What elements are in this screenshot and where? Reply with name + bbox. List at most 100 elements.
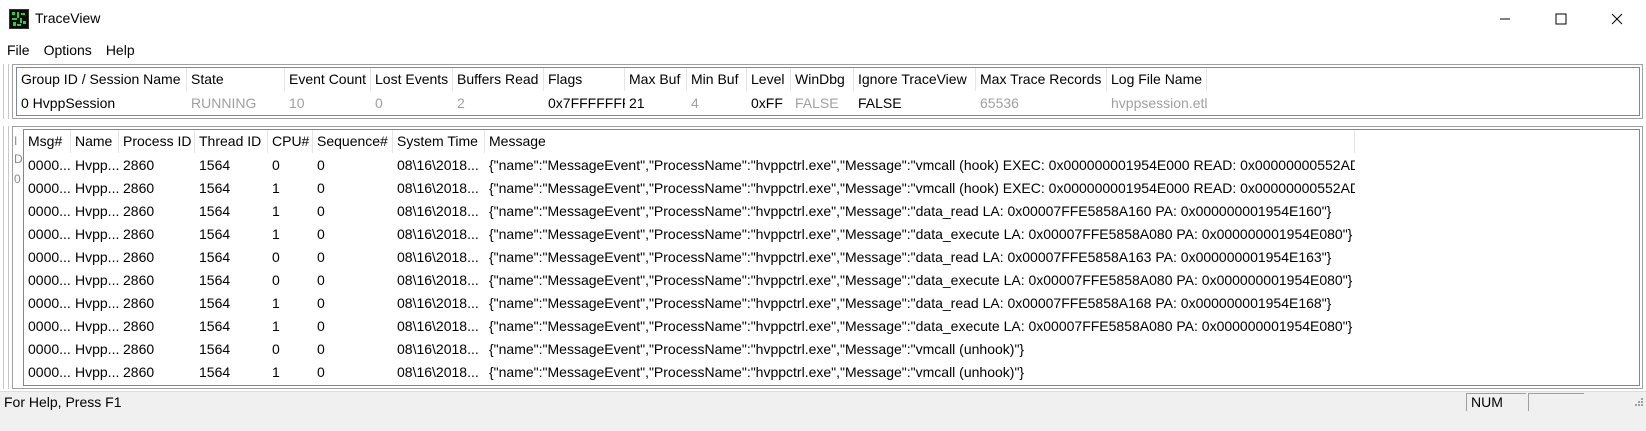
resize-grip-icon[interactable] (1630, 395, 1644, 409)
trace-cell: 2860 (123, 249, 155, 265)
trace-cell: 0000... (28, 203, 71, 219)
session-cell: hvppsession.etl (1111, 95, 1207, 111)
session-column-header[interactable]: Max Buf (625, 68, 687, 91)
trace-row[interactable]: 0000... Hvpp... 2860 1564 1 0 08\16\2018... {"n… (24, 223, 1355, 246)
trace-cell: 0000... (28, 180, 71, 196)
maximize-button[interactable] (1532, 0, 1590, 38)
session-column-header[interactable]: WinDbg (791, 68, 854, 91)
trace-row[interactable]: 0000... Hvpp... 2860 1564 1 0 08\16\2018... {"n… (24, 315, 1355, 338)
trace-side-strip: I D 0 (12, 128, 23, 387)
trace-list-header: Msg# Name Process ID Thread ID CPU# Sequence#… (24, 130, 1355, 153)
trace-cell: {"name":"MessageEvent","ProcessName":"hv… (489, 203, 1332, 219)
maximize-icon (1555, 13, 1567, 25)
trace-cell: 0 (317, 203, 325, 219)
trace-cell: 0 (317, 249, 325, 265)
trace-cell: 1 (272, 364, 280, 380)
trace-row[interactable]: 0000... Hvpp... 2860 1564 0 0 08\16\2018... {"n… (24, 246, 1355, 269)
trace-cell: 08\16\2018... (397, 226, 479, 242)
session-column-header[interactable]: Log File Name (1107, 68, 1207, 91)
session-list-panel: Group ID / Session Name State Event Count L… (12, 64, 1643, 119)
trace-cell: 08\16\2018... (397, 249, 479, 265)
trace-cell: 0000... (28, 318, 71, 334)
trace-column-header[interactable]: Message (485, 130, 1355, 153)
trace-cell: Hvpp... (75, 341, 119, 357)
session-row[interactable]: 0 HvppSession RUNNING 10 0 2 0x7FFFFFFF 21 4 0xF… (17, 92, 1207, 115)
trace-cell: 08\16\2018... (397, 157, 479, 173)
trace-cell: 08\16\2018... (397, 203, 479, 219)
side-label: 0 (14, 172, 21, 186)
trace-cell: Hvpp... (75, 272, 119, 288)
trace-cell: 0 (317, 295, 325, 311)
trace-cell: 1564 (199, 157, 231, 173)
trace-cell: 1564 (199, 341, 231, 357)
trace-cell: 08\16\2018... (397, 272, 479, 288)
session-column-header[interactable]: Buffers Read (453, 68, 544, 91)
trace-row[interactable]: 0000... Hvpp... 2860 1564 0 0 08\16\2018... {"n… (24, 269, 1355, 292)
session-column-header[interactable]: Min Buf (687, 68, 747, 91)
trace-cell: 08\16\2018... (397, 295, 479, 311)
trace-cell: {"name":"MessageEvent","ProcessName":"hv… (489, 226, 1353, 242)
trace-cell: 1 (272, 180, 280, 196)
menu-file[interactable]: File (0, 38, 37, 62)
session-column-header[interactable]: Max Trace Records (976, 68, 1107, 91)
trace-row[interactable]: 0000... Hvpp... 2860 1564 1 0 08\16\2018... {"n… (24, 361, 1355, 384)
trace-cell: 2860 (123, 180, 155, 196)
traceview-app-icon[interactable] (9, 9, 29, 29)
trace-cell: {"name":"MessageEvent","ProcessName":"hv… (489, 341, 1025, 357)
session-cell: 0xFF (751, 95, 783, 111)
trace-column-header[interactable]: CPU# (268, 130, 313, 153)
trace-cell: 0000... (28, 249, 71, 265)
trace-cell: 0000... (28, 341, 71, 357)
trace-cell: 08\16\2018... (397, 180, 479, 196)
trace-cell: 0 (272, 249, 280, 265)
session-cell: FALSE (858, 95, 902, 111)
trace-cell: 1564 (199, 180, 231, 196)
side-label: D (14, 152, 23, 166)
status-bar: For Help, Press F1 NUM (0, 391, 1646, 411)
session-cell: 10 (289, 95, 305, 111)
trace-cell: 2860 (123, 341, 155, 357)
menu-options[interactable]: Options (37, 38, 99, 62)
trace-row[interactable]: 0000... Hvpp... 2860 1564 1 0 08\16\2018... {"n… (24, 177, 1355, 200)
session-cell: 0 HvppSession (21, 95, 116, 111)
session-cell: 2 (457, 95, 465, 111)
trace-column-header[interactable]: System Time (393, 130, 485, 153)
session-column-header[interactable]: State (187, 68, 285, 91)
session-column-header[interactable]: Flags (544, 68, 625, 91)
trace-cell: Hvpp... (75, 180, 119, 196)
trace-cell: {"name":"MessageEvent","ProcessName":"hv… (489, 249, 1332, 265)
trace-cell: 2860 (123, 203, 155, 219)
session-pane-grip[interactable] (3, 64, 9, 119)
trace-log-panel: Msg# Name Process ID Thread ID CPU# Sequence#… (12, 126, 1643, 389)
session-column-header[interactable]: Event Count (285, 68, 371, 91)
session-column-header[interactable]: Group ID / Session Name (17, 68, 187, 91)
trace-cell: 0 (317, 180, 325, 196)
title-bar[interactable]: TraceView (0, 0, 1646, 38)
minimize-button[interactable] (1476, 0, 1534, 38)
session-list[interactable]: Group ID / Session Name State Event Count L… (16, 67, 1640, 116)
status-help-text: For Help, Press F1 (4, 394, 122, 410)
trace-cell: {"name":"MessageEvent","ProcessName":"hv… (489, 157, 1355, 173)
trace-column-header[interactable]: Thread ID (195, 130, 268, 153)
session-column-header[interactable]: Lost Events (371, 68, 453, 91)
trace-cell: {"name":"MessageEvent","ProcessName":"hv… (489, 180, 1355, 196)
trace-log-list[interactable]: Msg# Name Process ID Thread ID CPU# Sequence#… (23, 129, 1640, 386)
session-column-header[interactable]: Level (747, 68, 791, 91)
trace-cell: 0 (272, 272, 280, 288)
trace-column-header[interactable]: Process ID (119, 130, 195, 153)
trace-row[interactable]: 0000... Hvpp... 2860 1564 1 0 08\16\2018... {"n… (24, 200, 1355, 223)
trace-row[interactable]: 0000... Hvpp... 2860 1564 0 0 08\16\2018... {"n… (24, 338, 1355, 361)
trace-row[interactable]: 0000... Hvpp... 2860 1564 1 0 08\16\2018... {"n… (24, 292, 1355, 315)
trace-column-header[interactable]: Name (71, 130, 119, 153)
trace-cell: 2860 (123, 157, 155, 173)
session-cell: 0x7FFFFFFF (548, 95, 625, 111)
trace-column-header[interactable]: Sequence# (313, 130, 393, 153)
session-column-header[interactable]: Ignore TraceView (854, 68, 976, 91)
trace-pane-grip[interactable] (3, 126, 9, 389)
trace-cell: 0 (317, 341, 325, 357)
trace-column-header[interactable]: Msg# (24, 130, 71, 153)
trace-row[interactable]: 0000... Hvpp... 2860 1564 0 0 08\16\2018... {"n… (24, 154, 1355, 177)
menu-help[interactable]: Help (99, 38, 142, 62)
close-button[interactable] (1588, 0, 1646, 38)
session-cell: RUNNING (191, 95, 257, 111)
